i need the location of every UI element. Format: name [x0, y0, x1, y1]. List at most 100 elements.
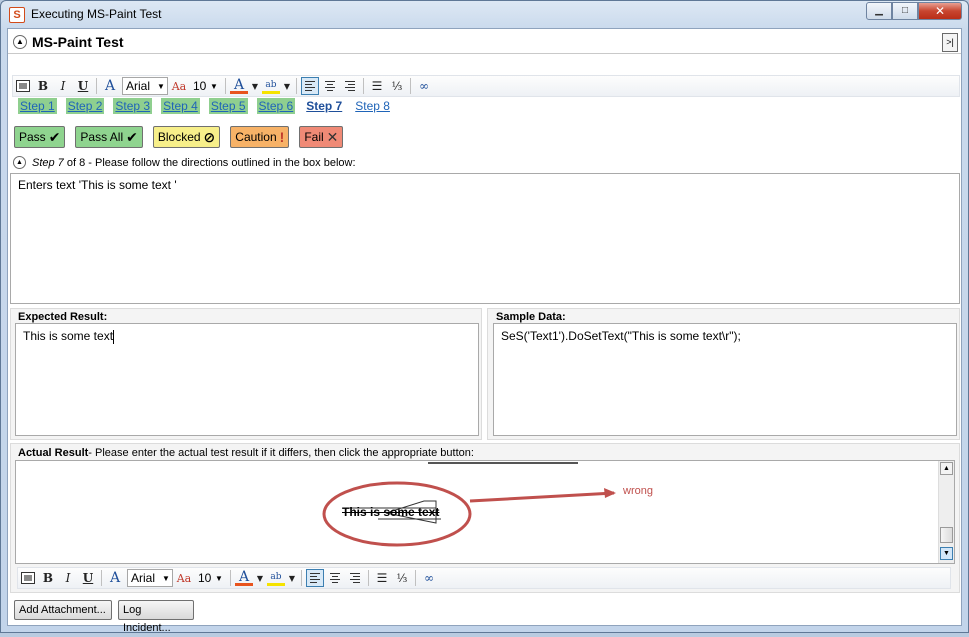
blocked-label: Blocked — [157, 130, 201, 144]
font-size-icon: Aa — [176, 571, 192, 585]
text-color-icon[interactable]: A — [230, 77, 248, 94]
underline-icon[interactable]: U — [74, 77, 92, 95]
app-logo-icon: S — [9, 7, 25, 23]
step-link-6[interactable]: Step 6 — [256, 98, 296, 114]
pass-all-button[interactable]: Pass All ✔ — [75, 126, 143, 148]
font-size-value: 10 — [193, 79, 207, 93]
align-right-icon[interactable] — [346, 569, 364, 587]
step-word: Step 7 — [32, 157, 64, 169]
step-link-5[interactable]: Step 5 — [208, 98, 248, 114]
step-of: of 8 — [66, 157, 86, 169]
x-icon: ✕ — [326, 128, 339, 145]
scroll-down-icon[interactable]: ▼ — [940, 547, 953, 560]
expand-panel-button[interactable]: >| — [942, 33, 958, 52]
underline-icon[interactable]: U — [79, 569, 97, 587]
test-title: MS-Paint Test — [32, 34, 124, 50]
divider — [8, 53, 961, 54]
instruction-text: - Please follow the directions outlined … — [88, 157, 356, 169]
align-center-icon[interactable] — [326, 569, 344, 587]
font-family-select[interactable]: Arial ▼ — [122, 77, 168, 95]
font-family-icon: A — [104, 78, 116, 94]
step-navigation: Step 1 Step 2 Step 3 Step 4 Step 5 Step … — [18, 98, 392, 114]
title-bar[interactable]: S Executing MS-Paint Test ▁ □ ✕ — [1, 1, 968, 28]
actual-result-field[interactable]: This is some text wrong ▲ ▼ — [15, 460, 955, 564]
executing-test-window: S Executing MS-Paint Test ▁ □ ✕ ▲ MS-Pai… — [0, 0, 969, 634]
blocked-icon: ⊘ — [203, 128, 216, 145]
step-description-box[interactable]: Enters text 'This is some text ' — [10, 173, 960, 304]
bold-icon[interactable]: B — [34, 77, 52, 95]
font-size-select[interactable]: 10 ▼ — [190, 77, 220, 95]
expected-result-text: This is some text — [23, 329, 115, 344]
italic-icon[interactable]: I — [54, 77, 72, 95]
chevron-down-icon[interactable]: ▼ — [250, 77, 260, 95]
pass-button[interactable]: Pass ✔ — [14, 126, 66, 148]
exclamation-icon: ! — [279, 129, 285, 145]
chevron-down-icon[interactable]: ▼ — [255, 569, 265, 587]
text-color-icon[interactable]: A — [235, 569, 253, 586]
close-button[interactable]: ✕ — [918, 2, 962, 20]
pass-label: Pass — [19, 130, 46, 144]
bold-icon[interactable]: B — [39, 569, 57, 587]
scroll-thumb[interactable] — [940, 527, 953, 543]
step-instruction: Step 7 of 8 - Please follow the directio… — [32, 157, 356, 169]
link-icon[interactable]: ∞ — [420, 569, 438, 587]
insert-image-icon[interactable] — [14, 77, 32, 95]
link-icon[interactable]: ∞ — [415, 77, 433, 95]
expected-result-field[interactable]: This is some text — [15, 323, 479, 436]
font-family-value: Arial — [126, 79, 151, 93]
vertical-scrollbar[interactable]: ▲ ▼ — [938, 461, 954, 563]
bullet-list-icon[interactable]: ☰ — [368, 77, 386, 95]
step-link-4[interactable]: Step 4 — [161, 98, 200, 114]
font-family-icon: A — [109, 570, 121, 586]
insert-image-icon[interactable] — [19, 569, 37, 587]
bullet-list-icon[interactable]: ☰ — [373, 569, 391, 587]
maximize-button[interactable]: □ — [892, 2, 918, 20]
actual-result-toolbar: B I U A Arial ▼ Aa 10 ▼ A ▼ ab ▼ ☰ ⅓ ∞ — [17, 567, 951, 589]
separator — [96, 78, 97, 94]
sample-data-label: Sample Data: — [496, 311, 566, 323]
numbered-list-icon[interactable]: ⅓ — [388, 77, 406, 95]
checkmark-icon: ✔ — [126, 128, 138, 145]
blocked-button[interactable]: Blocked ⊘ — [152, 126, 221, 148]
font-size-value: 10 — [198, 571, 212, 585]
client-area: ▲ MS-Paint Test >| B I U A Arial ▼ Aa 10 ▼… — [7, 28, 962, 634]
numbered-list-icon[interactable]: ⅓ — [393, 569, 411, 587]
step-link-1[interactable]: Step 1 — [18, 98, 57, 114]
caution-button[interactable]: Caution ! — [230, 126, 290, 148]
highlight-icon[interactable]: ab — [262, 78, 280, 94]
image-text: This is some text — [342, 505, 440, 519]
chevron-down-icon[interactable]: ▼ — [287, 569, 297, 587]
fail-button[interactable]: Fail ✕ — [299, 126, 344, 148]
checkmark-icon: ✔ — [48, 128, 61, 145]
highlight-icon[interactable]: ab — [267, 570, 285, 586]
chevron-up-icon[interactable]: ▲ — [13, 156, 26, 169]
rich-text-toolbar: B I U A Arial ▼ Aa 10 ▼ A ▼ ab ▼ ☰ ⅓ ∞ — [12, 75, 960, 97]
step-link-8[interactable]: Step 8 — [353, 98, 392, 114]
align-left-icon[interactable] — [301, 77, 319, 95]
sample-data-text: SeS('Text1').DoSetText("This is some tex… — [501, 329, 741, 343]
align-left-icon[interactable] — [306, 569, 324, 587]
caution-label: Caution — [235, 130, 277, 144]
window-title: Executing MS-Paint Test — [31, 7, 162, 21]
minimize-button[interactable]: ▁ — [866, 2, 892, 20]
status-buttons: Pass ✔ Pass All ✔ Blocked ⊘ Caution ! Fa… — [14, 126, 344, 148]
font-size-select[interactable]: 10 ▼ — [195, 569, 225, 587]
font-family-select[interactable]: Arial ▼ — [127, 569, 173, 587]
font-family-value: Arial — [131, 571, 156, 585]
add-attachment-button[interactable]: Add Attachment... — [14, 600, 112, 620]
italic-icon[interactable]: I — [59, 569, 77, 587]
scroll-up-icon[interactable]: ▲ — [940, 462, 953, 475]
sample-data-field[interactable]: SeS('Text1').DoSetText("This is some tex… — [493, 323, 957, 436]
step-link-7[interactable]: Step 7 — [304, 98, 344, 114]
align-right-icon[interactable] — [341, 77, 359, 95]
chevron-down-icon[interactable]: ▼ — [282, 77, 292, 95]
align-center-icon[interactable] — [321, 77, 339, 95]
log-incident-button[interactable]: Log Incident... — [118, 600, 194, 634]
expected-result-label: Expected Result: — [18, 311, 108, 323]
chevron-up-icon[interactable]: ▲ — [13, 35, 27, 49]
step-link-2[interactable]: Step 2 — [65, 98, 105, 114]
description-text: Enters text 'This is some text ' — [18, 178, 177, 192]
step-link-3[interactable]: Step 3 — [113, 98, 153, 114]
fail-label: Fail — [304, 130, 324, 144]
annotation-text: wrong — [623, 485, 653, 497]
